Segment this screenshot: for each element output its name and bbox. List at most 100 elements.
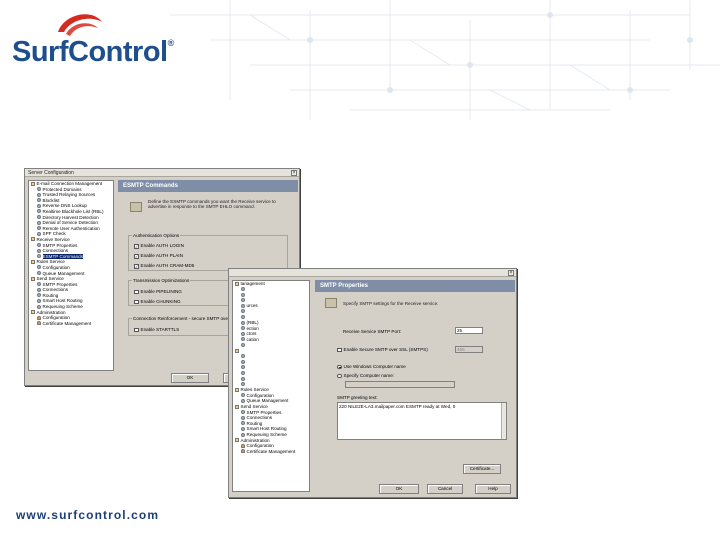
checkbox-icon: ✓ [134, 254, 139, 259]
gear-icon [241, 421, 245, 426]
tree-item-label: ection [246, 325, 259, 331]
tree-item-label: tanagement [240, 281, 265, 286]
greeting-text: 220 NILE2E-LA3.mailpaper.com ESMTP ready… [339, 404, 456, 409]
gear-icon [241, 393, 245, 398]
gear-icon [241, 382, 245, 387]
gear-icon [241, 315, 245, 320]
gear-icon [241, 398, 245, 403]
tree-item-label: Queue Management [246, 398, 289, 404]
tree-item-label: Blocklist [42, 197, 60, 203]
computer-name-field[interactable] [345, 381, 455, 388]
gear-icon [241, 371, 245, 375]
website-url: www.surfcontrol.com [16, 508, 160, 522]
specify-computer-name-radio[interactable]: Specify Computer name: [337, 373, 394, 378]
gear-icon [37, 192, 41, 197]
tree-item-label: Connections [246, 415, 273, 421]
tree-item-label: SMTP Properties [42, 242, 78, 248]
folder-icon [235, 404, 239, 409]
tree-item-label: Remote User Authentication [42, 225, 100, 231]
gear-icon [37, 271, 41, 275]
panel-title: ESMTP Commands [118, 180, 298, 192]
tree-item-label: Requeuing Scheme [42, 304, 83, 310]
auth-cram-md5-checkbox[interactable]: ✓ Enable AUTH CRAM-MD5 [134, 263, 194, 269]
registered-mark: ® [167, 38, 175, 48]
tree-item-label: ctors [246, 331, 257, 337]
user-icon [37, 321, 41, 326]
greeting-text-box[interactable]: 220 NILE2E-LA3.mailpaper.com ESMTP ready… [337, 402, 507, 440]
close-icon[interactable]: × [508, 270, 514, 276]
group-label: Authentication Options [132, 233, 181, 238]
gear-icon [37, 293, 41, 298]
tree-item-label: Send Service [36, 276, 64, 282]
ok-button[interactable]: OK [171, 373, 209, 383]
gear-icon [37, 265, 41, 270]
gear-icon [37, 198, 41, 203]
window-titlebar: Server Configuration × [25, 169, 299, 177]
folder-icon [235, 281, 239, 286]
folder-icon [235, 387, 239, 392]
cancel-button[interactable]: Cancel [427, 484, 463, 494]
gear-icon [37, 298, 41, 303]
gear-icon [241, 359, 245, 364]
auth-plain-checkbox[interactable]: ✓ Enable AUTH PLAIN [134, 253, 183, 259]
settings-page-icon [325, 298, 337, 308]
starttls-checkbox[interactable]: Enable STARTTLS [134, 327, 179, 332]
greeting-label: SMTP greeting text: [337, 395, 378, 400]
close-icon[interactable]: × [291, 170, 297, 176]
group-label: Transmission Optimizations [132, 278, 191, 283]
tree-item-label: Configuration [246, 392, 274, 398]
gear-icon [37, 187, 41, 192]
gear-icon [37, 287, 41, 292]
tree-item-label: Routing [246, 420, 263, 426]
radio-icon [337, 373, 342, 378]
tree-item-label: (RBL) [246, 320, 259, 326]
help-button[interactable]: Help [475, 484, 511, 494]
tree-item-label: Denial of Service Detection [42, 220, 98, 226]
smtps-checkbox[interactable]: Enable Secure SMTP over SSL (SMTPS) [337, 347, 428, 352]
tree-item-label: E-mail Connection Management [36, 181, 103, 186]
tree-item-label: Rules Service [240, 387, 269, 393]
window-title: Server Configuration [28, 170, 74, 176]
tree-item-label: Administration [240, 437, 270, 443]
tree-item[interactable]: Certificate Management [233, 449, 309, 455]
logo-text: SurfControl [12, 36, 168, 68]
gear-icon [241, 376, 245, 381]
certificate-button[interactable]: Certificate... [463, 464, 501, 474]
tree-item-label: Administration [36, 309, 66, 315]
tree-item-label: Receive Service [36, 236, 70, 242]
gear-icon [37, 243, 41, 248]
option-label: Enable AUTH LOGIN [140, 243, 184, 248]
option-label: Enable AUTH CRAM-MD5 [140, 263, 195, 268]
panel-title: SMTP Properties [315, 280, 515, 292]
tree-item-label: cation [246, 336, 259, 342]
ok-button[interactable]: OK [379, 484, 419, 494]
checkbox-icon [337, 347, 342, 352]
option-label: Enable STARTTLS [140, 327, 180, 332]
scrollbar[interactable] [501, 403, 506, 439]
folder-icon [235, 438, 239, 443]
pipelining-checkbox[interactable]: Enable PIPELINING [134, 289, 182, 294]
tree-item-label: Certificate Management [42, 320, 92, 326]
smtp-properties-window: × tanagement urces (RBL) ection ctors cation R… [228, 268, 517, 498]
gear-icon [241, 303, 245, 308]
tree-item-label: Smart Host Routing [246, 426, 287, 432]
chunking-checkbox[interactable]: Enable CHUNKING [134, 299, 181, 304]
tree-item[interactable]: Certificate Management [29, 321, 113, 327]
radio-icon [337, 364, 342, 369]
gear-icon [37, 254, 41, 259]
option-label: Specify Computer name: [343, 373, 395, 378]
tree-item-label: Realtime Blackhole List (RBL) [42, 208, 104, 214]
tree-item-label: SMTP Properties [42, 281, 78, 287]
smtp-port-field[interactable]: 25 [455, 327, 483, 334]
gear-icon [37, 226, 41, 231]
gear-icon [241, 320, 245, 325]
use-windows-computer-name-radio[interactable]: Use Windows Computer name [337, 364, 406, 369]
user-icon [241, 443, 245, 448]
gear-icon [241, 415, 245, 420]
auth-login-checkbox[interactable]: ✓ Enable AUTH LOGIN [134, 243, 184, 249]
gear-icon [241, 426, 245, 431]
smtps-port-field[interactable]: 465 [455, 346, 483, 353]
folder-icon [31, 310, 35, 315]
gear-icon [241, 298, 245, 303]
authentication-options-group: Authentication Options ✓ Enable AUTH LOGI… [128, 233, 288, 271]
